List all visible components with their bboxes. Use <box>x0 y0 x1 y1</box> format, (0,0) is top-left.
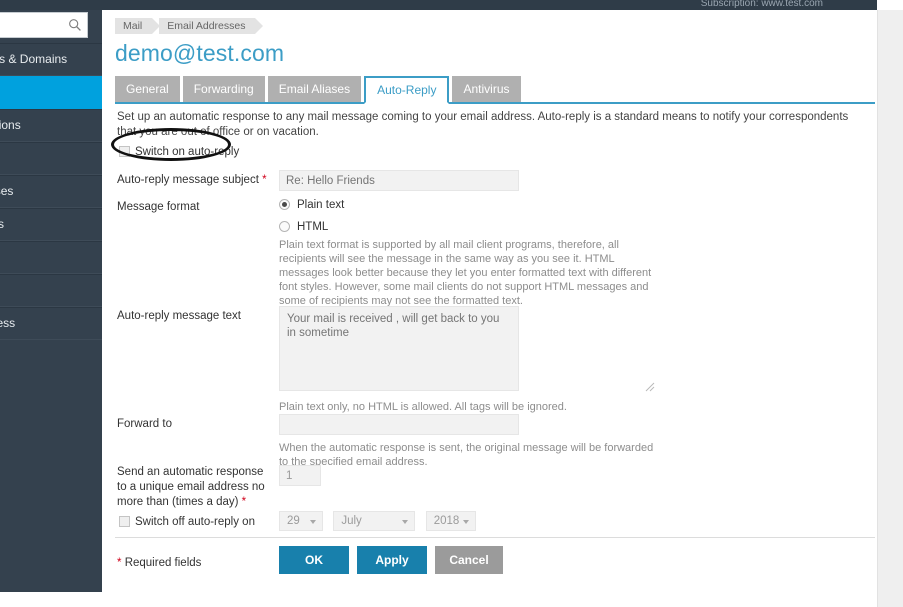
message-format-option-html[interactable]: HTML <box>279 219 657 233</box>
switch-off-month-select[interactable]: July <box>333 511 416 531</box>
breadcrumb-item-email-addresses[interactable]: Email Addresses <box>159 18 264 34</box>
required-fields-note: * Required fields <box>117 557 201 569</box>
chevron-down-icon <box>402 520 409 524</box>
switch-on-auto-reply-checkbox[interactable] <box>119 146 130 157</box>
apply-button[interactable]: Apply <box>357 546 427 574</box>
message-subject-input[interactable] <box>279 170 519 191</box>
sidebar-item-mail[interactable]: Mail <box>0 76 102 109</box>
message-format-label: Message format <box>117 201 200 213</box>
search-icon <box>69 19 81 31</box>
resize-grip-icon[interactable] <box>645 382 655 392</box>
top-bar: Subscription: www.test.com <box>0 0 903 10</box>
required-fields-text: Required fields <box>124 557 202 569</box>
response-limit-input[interactable] <box>279 465 321 486</box>
sidebar-item-applications[interactable]: Applications <box>0 109 102 142</box>
breadcrumb-label: Email Addresses <box>167 20 246 32</box>
tab-label: Antivirus <box>463 82 510 96</box>
message-format-option-plain-text[interactable]: Plain text <box>279 197 657 211</box>
message-text-textarea[interactable] <box>279 306 519 391</box>
sidebar-item-databases[interactable]: Databases <box>0 175 102 208</box>
sidebar-item-files[interactable]: Files <box>0 142 102 175</box>
forward-to-label: Forward to <box>117 418 172 430</box>
sidebar-item-label: WordPress <box>0 316 16 330</box>
right-gutter <box>877 10 903 607</box>
tab-label: Forwarding <box>193 82 254 96</box>
message-format-hint: Plain text format is supported by all ma… <box>279 239 652 307</box>
page-title: demo@test.com <box>115 40 285 66</box>
tab-forwarding[interactable]: Forwarding <box>182 76 265 102</box>
message-subject-label: Auto-reply message subject * <box>117 173 277 188</box>
subscription-label: Subscription: www.test.com <box>700 0 823 9</box>
tab-email-aliases[interactable]: Email Aliases <box>267 76 362 102</box>
required-marker: * <box>262 174 267 186</box>
tab-bar: General Forwarding Email Aliases Auto-Re… <box>115 76 875 104</box>
required-marker: * <box>241 496 247 508</box>
sidebar-item-label: Statistics <box>0 209 4 240</box>
forward-to-hint: When the automatic response is sent, the… <box>279 442 654 468</box>
tab-label: Auto-Reply <box>377 83 437 97</box>
breadcrumb-label: Mail <box>123 20 143 32</box>
sidebar-item-wordpress[interactable]: WordPress <box>0 307 102 340</box>
chevron-down-icon <box>462 520 469 524</box>
main-content: Mail Email Addresses demo@test.com Gener… <box>102 10 877 607</box>
breadcrumb: Mail Email Addresses <box>115 18 264 34</box>
switch-off-year-select[interactable]: 2018 <box>425 511 476 531</box>
switch-off-day-select[interactable]: 29 <box>279 511 323 531</box>
message-text-label: Auto-reply message text <box>117 310 242 322</box>
message-text-hint: Plain text only, no HTML is allowed. All… <box>279 401 567 413</box>
tab-label: General <box>126 82 169 96</box>
switch-off-auto-reply-checkbox-group[interactable]: Switch off auto-reply on <box>119 514 255 528</box>
response-limit-label: Send an automatic response to a unique e… <box>117 465 272 510</box>
tab-label: Email Aliases <box>278 82 351 96</box>
sidebar-item-label: Websites & Domains <box>0 52 68 66</box>
top-bar-right-gutter <box>877 0 903 10</box>
sidebar-item-label: Databases <box>0 184 14 198</box>
sidebar-item-label: Applications <box>0 118 21 132</box>
tab-antivirus[interactable]: Antivirus <box>452 76 521 102</box>
intro-description: Set up an automatic response to any mail… <box>117 111 849 138</box>
plain-text-radio[interactable] <box>279 199 290 210</box>
footer-divider <box>115 537 875 538</box>
sidebar-item-websites-domains[interactable]: Websites & Domains <box>0 43 102 76</box>
tab-auto-reply[interactable]: Auto-Reply <box>364 76 450 104</box>
tab-general[interactable]: General <box>115 76 180 102</box>
html-label: HTML <box>297 221 329 233</box>
sidebar-item-account[interactable]: Account <box>0 274 102 307</box>
sidebar-item-users[interactable]: Users <box>0 241 102 274</box>
switch-off-auto-reply-label: Switch off auto-reply on <box>135 516 255 528</box>
switch-off-auto-reply-checkbox[interactable] <box>119 516 130 527</box>
ok-button[interactable]: OK <box>279 546 349 574</box>
sidebar-nav: Websites & Domains Mail Applications Fil… <box>0 43 102 340</box>
cancel-button[interactable]: Cancel <box>435 546 503 574</box>
breadcrumb-item-mail[interactable]: Mail <box>115 18 161 34</box>
message-subject-label-text: Auto-reply message subject <box>117 174 259 186</box>
chevron-down-icon <box>310 520 316 524</box>
switch-on-auto-reply-label: Switch on auto-reply <box>135 146 240 158</box>
sidebar: Websites & Domains Mail Applications Fil… <box>0 10 102 592</box>
plain-text-label: Plain text <box>297 199 345 211</box>
switch-on-auto-reply-checkbox-group[interactable]: Switch on auto-reply <box>119 144 239 158</box>
required-marker: * <box>117 557 122 569</box>
html-radio[interactable] <box>279 221 290 232</box>
sidebar-item-statistics[interactable]: Statistics <box>0 208 102 241</box>
search-input[interactable] <box>0 12 88 38</box>
forward-to-input[interactable] <box>279 414 519 435</box>
